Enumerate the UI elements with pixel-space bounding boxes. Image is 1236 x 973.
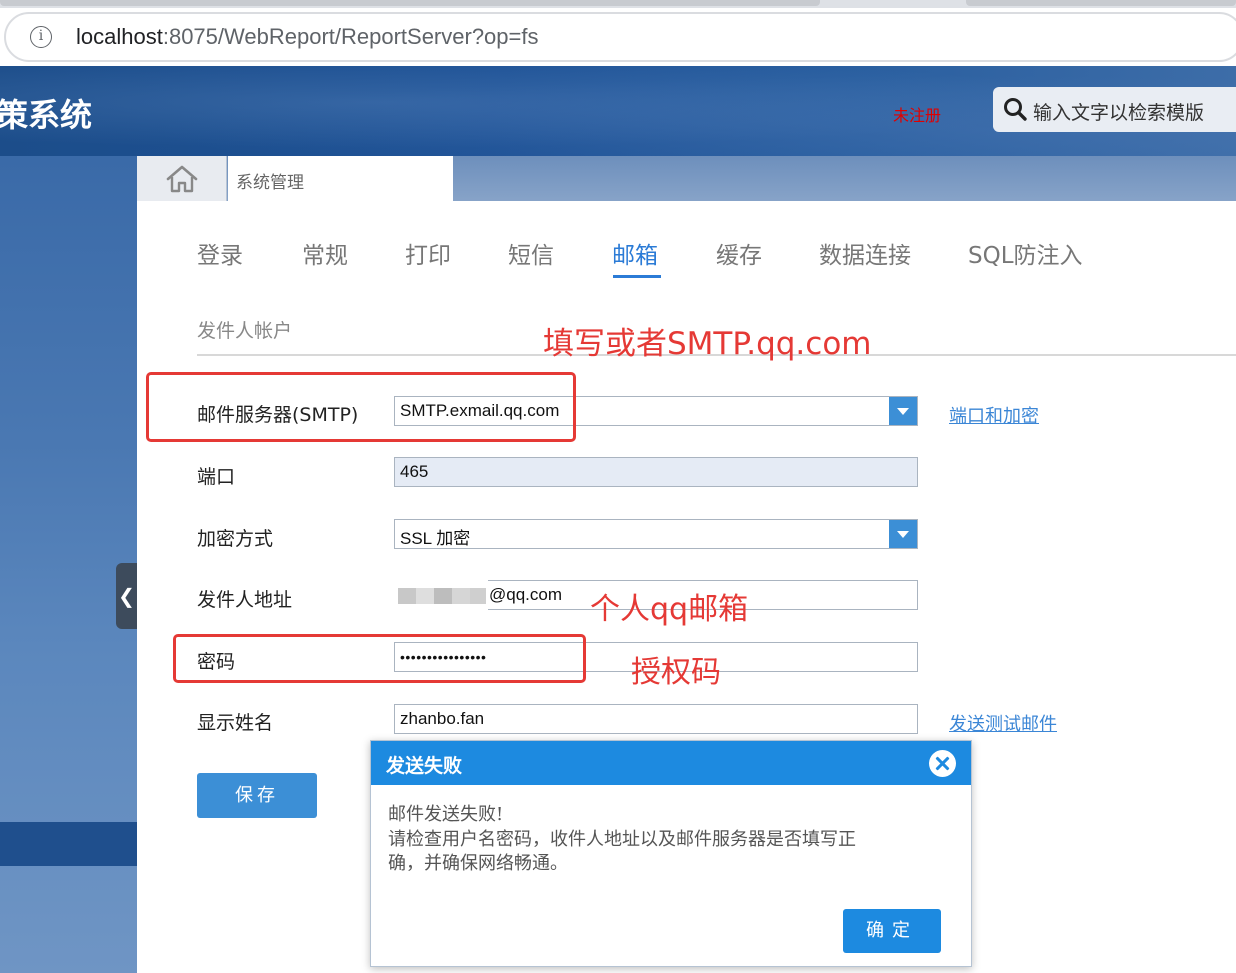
port-value: 465	[400, 462, 429, 481]
left-band	[0, 822, 137, 866]
encryption-label: 加密方式	[197, 528, 274, 550]
dialog-message-line: 请检查用户名密码，收件人地址以及邮件服务器是否填写正	[388, 829, 856, 850]
mosaic-block	[470, 588, 486, 604]
tab-email[interactable]: 邮箱	[612, 236, 658, 270]
ok-button[interactable]: 确定	[843, 909, 941, 953]
sender-address-value: @qq.com	[489, 585, 563, 604]
browser-address-bar: i localhost:8075/WebReport/ReportServer?…	[0, 8, 1236, 66]
sender-address-label: 发件人地址	[197, 589, 293, 611]
chevron-left-icon: ❮	[118, 584, 135, 608]
port-encryption-link[interactable]: 端口和加密	[949, 402, 1039, 428]
url-path: :8075/WebReport/ReportServer?op=fs	[162, 24, 539, 49]
redacted-mosaic	[380, 571, 488, 617]
url-host: localhost	[76, 24, 163, 49]
collapse-handle[interactable]: ❮	[116, 563, 137, 629]
url-box[interactable]: i localhost:8075/WebReport/ReportServer?…	[4, 12, 1236, 62]
tab-sql-injection[interactable]: SQL防注入	[968, 236, 1083, 270]
screen: i localhost:8075/WebReport/ReportServer?…	[0, 0, 1236, 973]
tab-print[interactable]: 打印	[405, 236, 451, 270]
tab-general[interactable]: 常规	[302, 236, 348, 270]
send-test-email-link[interactable]: 发送测试邮件	[949, 710, 1057, 736]
tab-bar: 系统管理	[137, 156, 1236, 201]
port-label: 端口	[197, 466, 236, 488]
section-title: 发件人帐户	[197, 320, 293, 342]
unregistered-label: 未注册	[893, 106, 942, 125]
home-icon	[166, 165, 198, 193]
active-tab-indicator	[613, 275, 661, 278]
dialog-title: 发送失败	[386, 755, 463, 777]
tab-login[interactable]: 登录	[197, 236, 243, 270]
tab-sms[interactable]: 短信	[508, 236, 554, 270]
search-input[interactable]: 输入文字以检索模版	[1033, 98, 1204, 125]
tab-data-connection[interactable]: 数据连接	[819, 236, 911, 270]
smtp-annotation-box	[146, 372, 576, 442]
browser-tab-strip	[0, 0, 1236, 8]
tab-label: 系统管理	[236, 173, 304, 193]
mosaic-block	[434, 588, 452, 604]
mosaic-block	[398, 588, 416, 604]
info-icon[interactable]: i	[30, 26, 52, 48]
sender-hint-text: 个人qq邮箱	[590, 592, 749, 627]
send-failed-dialog: 发送失败 邮件发送失败! 请检查用户名密码，收件人地址以及邮件服务器是否填写正 …	[370, 740, 972, 967]
display-name-value: zhanbo.fan	[400, 709, 485, 728]
search-icon[interactable]	[1003, 97, 1028, 122]
tab-cache[interactable]: 缓存	[716, 236, 762, 270]
encryption-select[interactable]: SSL 加密	[394, 519, 918, 549]
mosaic-block	[416, 588, 434, 604]
encryption-value: SSL 加密	[400, 529, 471, 548]
password-annotation-box	[173, 634, 586, 683]
template-search-box[interactable]: 输入文字以检索模版	[993, 87, 1236, 132]
app-title: 策系统	[0, 96, 93, 134]
tab-home[interactable]	[137, 156, 227, 201]
tab-system-management[interactable]: 系统管理	[228, 156, 453, 201]
display-name-label: 显示姓名	[197, 712, 274, 734]
dialog-header: 发送失败	[371, 741, 971, 785]
dropdown-arrow-icon[interactable]	[889, 397, 917, 425]
dialog-message-line: 邮件发送失败!	[388, 804, 504, 825]
dialog-message-line: 确，并确保网络畅通。	[388, 853, 568, 874]
password-hint-text: 授权码	[631, 655, 721, 690]
browser-tab[interactable]	[0, 0, 820, 6]
port-field[interactable]: 465	[394, 457, 918, 487]
dropdown-arrow-icon[interactable]	[889, 520, 917, 548]
save-button[interactable]: 保存	[197, 773, 317, 818]
mosaic-block	[452, 588, 470, 604]
app-header: 策系统 未注册 输入文字以检索模版	[0, 66, 1236, 156]
browser-tab[interactable]	[966, 0, 1236, 6]
close-icon[interactable]	[929, 750, 956, 777]
url-text[interactable]: localhost:8075/WebReport/ReportServer?op…	[76, 24, 539, 50]
smtp-hint-text: 填写或者SMTP.qq.com	[543, 326, 872, 362]
display-name-field[interactable]: zhanbo.fan	[394, 704, 918, 734]
